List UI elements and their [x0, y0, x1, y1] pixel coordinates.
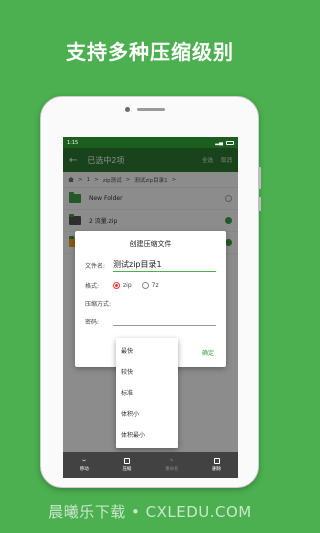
move-label: 移动	[79, 466, 89, 472]
format-7z-radio[interactable]: 7z	[141, 282, 159, 289]
archive-icon	[123, 458, 130, 464]
dropdown-option[interactable]: 体积最小	[116, 424, 178, 445]
status-time: 1:15	[67, 139, 79, 146]
volume-button	[258, 167, 261, 189]
filename-input[interactable]: 测试zip目录1	[113, 259, 216, 272]
format-label: 格式:	[85, 283, 100, 290]
rename-label: 重命名	[165, 466, 179, 472]
scissors-icon: ✂	[82, 458, 87, 464]
dropdown-option[interactable]: 最快	[116, 340, 178, 361]
camera-icon	[125, 107, 130, 112]
rename-button[interactable]: ✎ 重命名	[165, 459, 179, 472]
speaker-icon	[137, 108, 165, 111]
pencil-icon: ✎	[169, 458, 174, 464]
compress-label: 压缩	[122, 467, 132, 472]
filename-label: 文件名:	[85, 263, 106, 270]
headline: 支持多种压缩级别	[66, 40, 234, 64]
dropdown-option[interactable]: 标准	[116, 382, 178, 403]
radio-selected-icon	[113, 282, 120, 289]
delete-label: 删除	[212, 467, 222, 472]
password-input[interactable]	[113, 318, 216, 326]
watermark: 晨曦乐下载 • CXLEDU.COM	[48, 503, 252, 521]
dropdown-option[interactable]: 体积小	[116, 403, 178, 424]
dropdown-option[interactable]: 较快	[116, 361, 178, 382]
app-screen: 1:15 ▂▄ ← 已选中2项 全选 取消 > 1 > zip测试 > 测试zi…	[63, 137, 238, 478]
ok-button[interactable]: 确定	[202, 348, 214, 357]
format-zip-radio[interactable]: zip	[113, 282, 132, 289]
move-button[interactable]: ✂ 移动	[80, 459, 89, 472]
trash-icon	[213, 458, 220, 464]
dialog-title: 创建压缩文件	[129, 240, 172, 248]
delete-button[interactable]: 删除	[212, 458, 221, 472]
power-button	[258, 197, 261, 211]
format-option-label: zip	[123, 282, 132, 289]
bottom-action-bar: ✂ 移动 压缩 ✎ 重命名 删除	[63, 452, 238, 478]
battery-icon	[226, 140, 234, 145]
phone-frame: 1:15 ▂▄ ← 已选中2项 全选 取消 > 1 > zip测试 > 测试zi…	[40, 96, 261, 488]
signal-icon: ▂▄	[215, 139, 223, 146]
password-label: 密码:	[85, 319, 100, 326]
radio-unselected-icon	[141, 282, 149, 289]
method-label: 压缩方式:	[85, 301, 112, 308]
format-option-label: 7z	[151, 282, 159, 289]
compress-button[interactable]: 压缩	[122, 458, 131, 472]
compression-level-dropdown: 最快 较快 标准 体积小 体积最小	[116, 338, 178, 448]
status-bar: 1:15 ▂▄	[63, 137, 238, 148]
